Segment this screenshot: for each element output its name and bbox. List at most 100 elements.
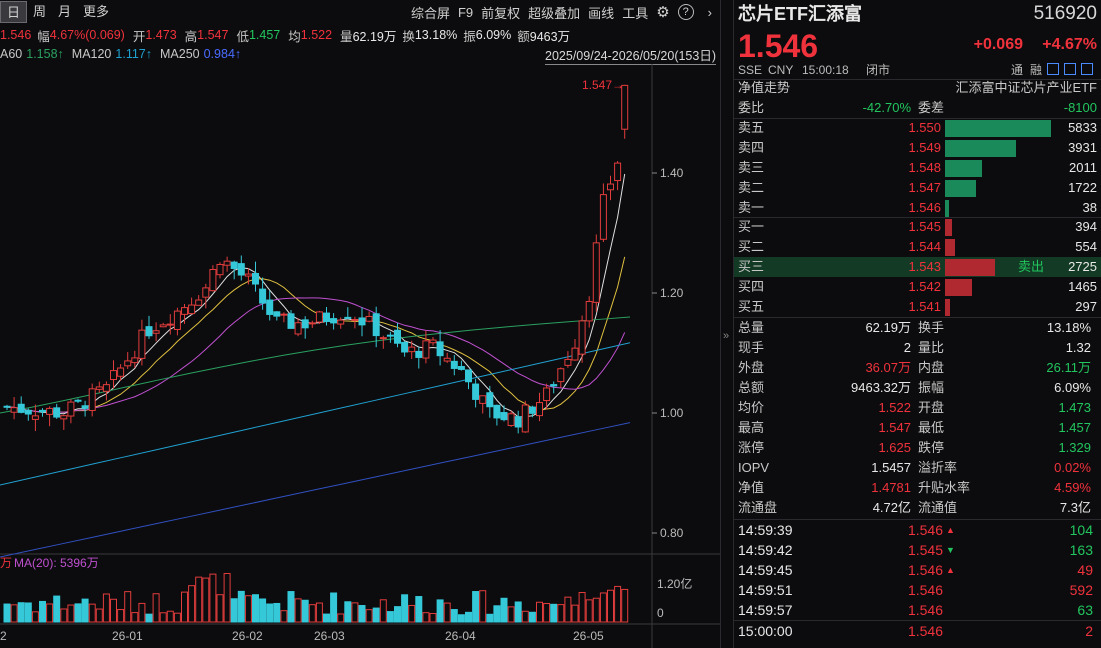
candle-body xyxy=(585,300,593,322)
ma120-label: MA120 xyxy=(71,47,112,61)
arrow-down-icon: ▼ xyxy=(946,545,955,555)
candle-body xyxy=(323,312,330,322)
price-tick-label: 1.20 xyxy=(660,286,684,300)
bid-row[interactable]: 买四 1.542 1465 xyxy=(734,277,1101,297)
price-tick-label: 0.80 xyxy=(660,526,684,540)
stats-row: 均价 1.522 开盘 1.473 xyxy=(734,398,1101,418)
tick-time: 15:00:00 xyxy=(738,623,793,639)
window-icon[interactable] xyxy=(1064,63,1076,75)
volume-bar xyxy=(472,591,480,623)
stat-label: 升贴水率 xyxy=(918,480,971,495)
ma20-line xyxy=(6,297,626,413)
volume-bar xyxy=(145,613,153,623)
nav-trend-link[interactable]: 净值走势 xyxy=(738,78,790,98)
ask-row[interactable]: 卖五 1.550 5833 xyxy=(734,118,1101,138)
amount-label: 额 xyxy=(517,29,530,44)
stats-row: 最高 1.547 最低 1.457 xyxy=(734,418,1101,438)
candle-body xyxy=(315,311,323,323)
candle-body xyxy=(436,341,444,357)
bid-row[interactable]: 买二 1.544 554 xyxy=(734,237,1101,257)
book-level-label: 买四 xyxy=(738,279,765,294)
book-price: 1.548 xyxy=(908,160,941,175)
candle-body xyxy=(372,313,380,337)
index-name: 汇添富中证芯片产业ETF xyxy=(955,80,1097,95)
stat-label: 总量 xyxy=(738,320,765,335)
book-volume: 394 xyxy=(1075,219,1097,234)
expand-icon[interactable]: » xyxy=(723,330,729,342)
book-volume-bar xyxy=(945,219,953,236)
period-week-tab[interactable]: 周 xyxy=(27,1,52,23)
ask-row[interactable]: 卖四 1.549 3931 xyxy=(734,138,1101,158)
candle-body xyxy=(607,183,614,191)
ask-row[interactable]: 卖三 1.548 2011 xyxy=(734,158,1101,178)
volume-bar xyxy=(493,605,501,623)
stat-value: 1.32 xyxy=(1065,340,1091,355)
candle-body xyxy=(159,324,167,328)
tick-volume: 63 xyxy=(1077,602,1093,618)
candle-body xyxy=(223,260,231,266)
ask-row[interactable]: 卖一 1.546 38 xyxy=(734,198,1101,218)
candle-body xyxy=(457,366,465,370)
volume-bar xyxy=(3,603,11,623)
volume-bar xyxy=(60,608,68,623)
candle-body xyxy=(31,415,39,420)
stat-label: 流通盘 xyxy=(738,500,778,515)
forward-adjust-button[interactable]: 前复权 xyxy=(481,3,520,22)
volume-bar xyxy=(223,573,231,623)
change-value: 4.67%(0.069) xyxy=(49,28,125,42)
stat-label: 量比 xyxy=(918,340,945,355)
volume-bar xyxy=(394,606,401,623)
arrow-up-icon: ▲ xyxy=(946,525,955,535)
stats-row: 现手 2 量比 1.32 xyxy=(734,338,1101,358)
book-level-label: 买二 xyxy=(738,239,765,254)
book-volume: 2011 xyxy=(1069,160,1097,175)
f9-button[interactable]: F9 xyxy=(458,5,473,20)
question-icon[interactable]: ? xyxy=(677,4,694,20)
book-price: 1.545 xyxy=(908,219,941,234)
stat-value: 9463.32万 xyxy=(851,380,911,395)
grid-icon[interactable] xyxy=(1047,63,1059,75)
stat-value: 26.11万 xyxy=(1046,360,1091,375)
panel-divider[interactable]: » xyxy=(720,0,734,648)
volume-bar xyxy=(429,613,437,623)
date-tick-label: 26-05 xyxy=(573,629,604,643)
candle-body xyxy=(521,404,529,433)
period-month-tab[interactable]: 月 xyxy=(52,1,77,23)
stat-label: 最低 xyxy=(918,420,945,435)
volume-bar xyxy=(88,603,96,623)
candle-body xyxy=(351,318,359,321)
popout-icon[interactable] xyxy=(1081,63,1093,75)
candle-body xyxy=(564,358,572,366)
volume-bar xyxy=(358,605,366,623)
turnover-value: 13.18% xyxy=(414,28,458,42)
period-more-tab[interactable]: 更多 xyxy=(77,1,115,23)
book-price: 1.550 xyxy=(908,120,941,135)
candle-body xyxy=(88,388,96,411)
stat-label: 开盘 xyxy=(918,400,945,415)
book-volume: 5833 xyxy=(1068,120,1097,135)
candle-body xyxy=(17,403,25,413)
book-price: 1.549 xyxy=(908,140,941,155)
candle-body xyxy=(536,402,543,417)
stat-label: 净值 xyxy=(738,480,765,495)
chevron-right-icon[interactable]: › xyxy=(708,5,712,20)
bid-row[interactable]: 买一 1.545 394 xyxy=(734,217,1101,237)
period-day-tab[interactable]: 日 xyxy=(0,1,28,23)
candle-body xyxy=(266,299,274,315)
kline-chart[interactable]: 1.40 1.20 1.00 0.80 1.547→ 万 MA(20): 5396万 1.20… xyxy=(0,64,720,648)
tick-row: 15:00:00 1.546 2 xyxy=(734,620,1101,640)
draw-line-button[interactable]: 画线 xyxy=(588,3,614,22)
date-range-selector[interactable]: 2025/09/24-2026/05/20(153日) xyxy=(545,45,716,65)
bid-row[interactable]: 买五 1.541 297 xyxy=(734,297,1101,317)
comprehensive-screen-button[interactable]: 综合屏 xyxy=(411,3,450,22)
gear-icon[interactable]: ⚙ xyxy=(656,3,669,21)
tools-button[interactable]: 工具 xyxy=(622,3,648,22)
volume-bar xyxy=(564,596,572,623)
high-label: 高 xyxy=(184,29,198,44)
sell-tag: 卖出 xyxy=(1018,259,1045,274)
super-overlay-button[interactable]: 超级叠加 xyxy=(528,3,580,22)
ask-row[interactable]: 卖二 1.547 1722 xyxy=(734,178,1101,198)
bid-row[interactable]: 买三 1.543 卖出 2725 xyxy=(734,257,1101,277)
tick-time: 14:59:45 xyxy=(738,562,793,578)
candle-body xyxy=(386,334,394,337)
